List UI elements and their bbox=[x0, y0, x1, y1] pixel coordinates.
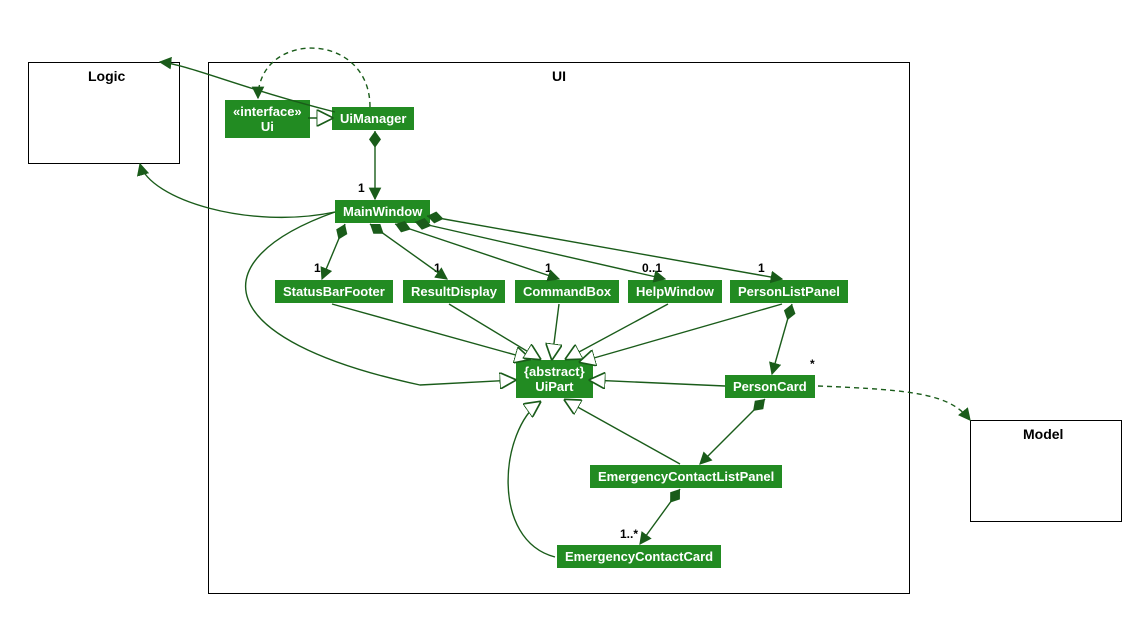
ec-card-node: EmergencyContactCard bbox=[557, 545, 721, 568]
main-window-node: MainWindow bbox=[335, 200, 430, 223]
ui-manager-node: UiManager bbox=[332, 107, 414, 130]
mult-plp: 1 bbox=[758, 261, 765, 275]
logic-title: Logic bbox=[88, 68, 125, 84]
ui-part-node: {abstract}UiPart bbox=[516, 360, 593, 398]
help-window-node: HelpWindow bbox=[628, 280, 722, 303]
mult-cb: 1 bbox=[545, 261, 552, 275]
mult-mw: 1 bbox=[358, 181, 365, 195]
mult-hw: 0..1 bbox=[642, 261, 662, 275]
status-bar-footer-node: StatusBarFooter bbox=[275, 280, 393, 303]
model-title: Model bbox=[1023, 426, 1063, 442]
ui-region bbox=[208, 62, 910, 594]
mult-ecc: 1..* bbox=[620, 527, 638, 541]
mult-sbf: 1 bbox=[314, 261, 321, 275]
mult-pc: * bbox=[810, 357, 815, 371]
person-list-panel-node: PersonListPanel bbox=[730, 280, 848, 303]
ui-title: UI bbox=[552, 68, 566, 84]
mult-rd: 1 bbox=[434, 261, 441, 275]
command-box-node: CommandBox bbox=[515, 280, 619, 303]
ecl-panel-node: EmergencyContactListPanel bbox=[590, 465, 782, 488]
person-card-node: PersonCard bbox=[725, 375, 815, 398]
ui-interface-node: «interface»Ui bbox=[225, 100, 310, 138]
result-display-node: ResultDisplay bbox=[403, 280, 505, 303]
